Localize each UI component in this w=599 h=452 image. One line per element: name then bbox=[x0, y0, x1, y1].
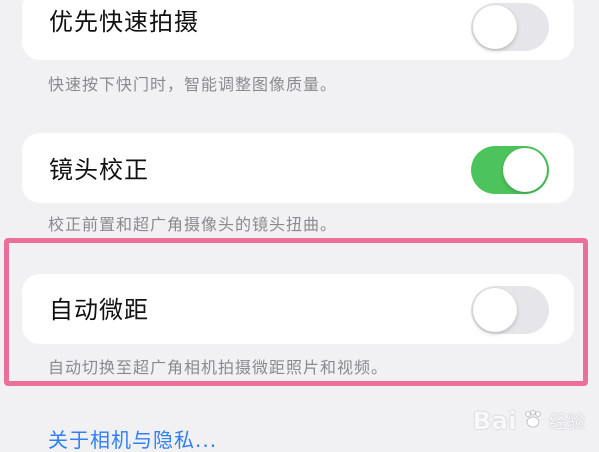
priority-fast-capture-description: 快速按下快门时，智能调整图像质量。 bbox=[48, 75, 338, 94]
lens-correction-toggle[interactable] bbox=[471, 146, 549, 194]
auto-macro-description: 自动切换至超广角相机拍摄微距照片和视频。 bbox=[48, 358, 389, 377]
camera-privacy-link[interactable]: 关于相机与隐私... bbox=[48, 430, 217, 450]
priority-fast-capture-toggle[interactable] bbox=[471, 3, 549, 51]
toggle-knob bbox=[473, 5, 517, 49]
toggle-knob bbox=[503, 148, 547, 192]
watermark: Bai 经验 bbox=[473, 407, 585, 435]
auto-macro-toggle[interactable] bbox=[471, 286, 549, 334]
watermark-suffix: 经验 bbox=[549, 412, 585, 433]
priority-fast-capture-label: 优先快速拍摄 bbox=[49, 8, 199, 36]
lens-correction-description: 校正前置和超广角摄像头的镜头扭曲。 bbox=[48, 215, 338, 234]
auto-macro-label: 自动微距 bbox=[49, 296, 149, 324]
lens-correction-label: 镜头校正 bbox=[49, 156, 149, 184]
toggle-knob bbox=[473, 288, 517, 332]
watermark-brand: Bai bbox=[472, 407, 517, 435]
paw-icon bbox=[521, 407, 545, 435]
auto-macro-row: 自动微距 bbox=[22, 274, 574, 344]
lens-correction-row: 镜头校正 bbox=[22, 133, 574, 203]
priority-fast-capture-row: 优先快速拍摄 bbox=[22, 0, 574, 60]
